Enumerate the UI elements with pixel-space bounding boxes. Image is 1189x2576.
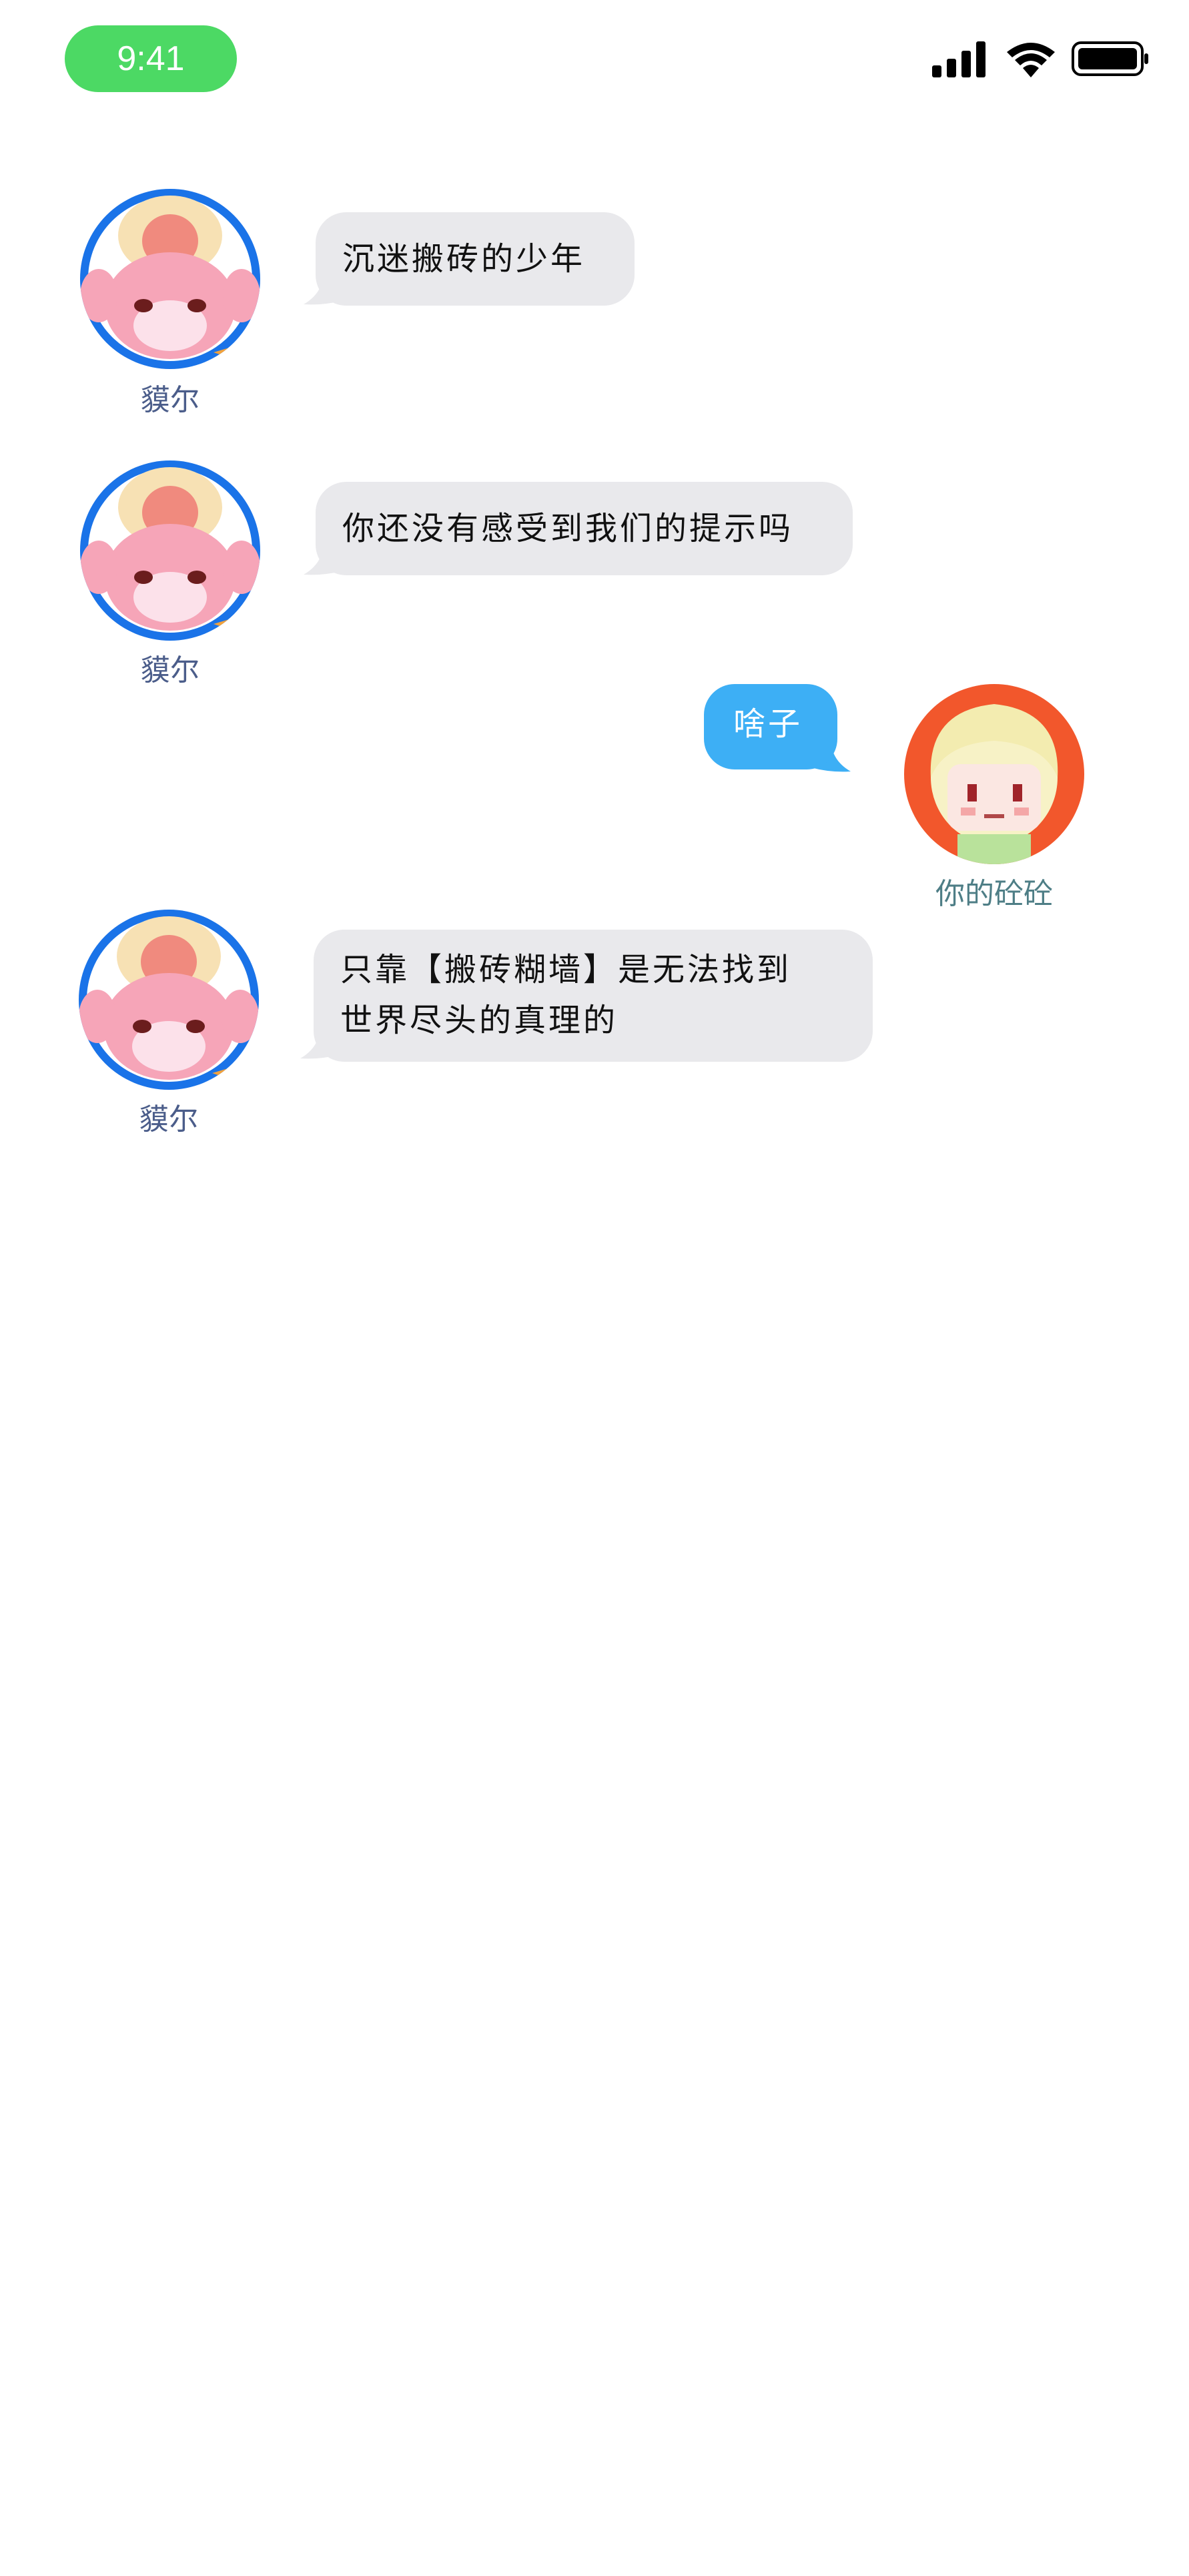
system-icons bbox=[931, 39, 1151, 79]
sender-name: 貘尔 bbox=[141, 653, 200, 687]
incoming-message-bubble[interactable]: 沉迷搬砖的少年 bbox=[316, 212, 635, 306]
wifi-icon bbox=[1007, 43, 1055, 77]
sender-name: 你的砼砼 bbox=[935, 877, 1053, 911]
pink-creature-avatar[interactable] bbox=[80, 460, 260, 641]
pink-creature-avatar[interactable] bbox=[79, 910, 259, 1090]
battery-icon bbox=[1072, 41, 1148, 76]
sender-name: 貘尔 bbox=[141, 383, 200, 417]
incoming-message-bubble[interactable]: 只靠【搬砖糊墙】是无法找到 世界尽头的真理的 bbox=[314, 930, 873, 1062]
sender-name: 貘尔 bbox=[139, 1102, 198, 1137]
outgoing-message-bubble[interactable]: 啥子 bbox=[704, 684, 837, 769]
blonde-character-avatar[interactable] bbox=[904, 684, 1084, 864]
status-bar: 9:41 bbox=[0, 0, 1189, 120]
incoming-message-bubble[interactable]: 你还没有感受到我们的提示吗 bbox=[316, 482, 853, 575]
status-time: 9:41 bbox=[65, 25, 237, 92]
pink-creature-avatar[interactable] bbox=[80, 189, 260, 369]
cellular-signal-icon bbox=[932, 41, 985, 77]
